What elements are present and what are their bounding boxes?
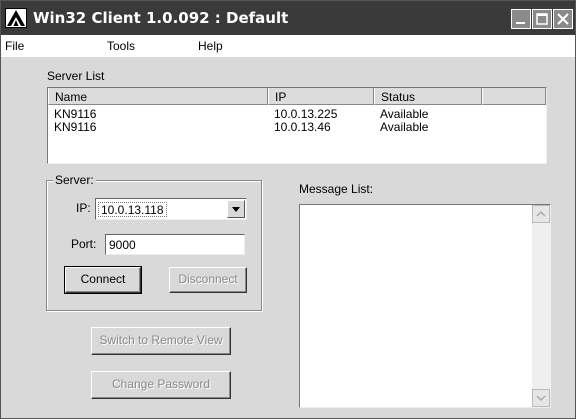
close-icon[interactable] xyxy=(553,9,573,29)
ip-combobox[interactable]: 10.0.13.118 xyxy=(95,198,247,220)
column-header-extra[interactable] xyxy=(482,88,546,105)
menu-tools[interactable]: Tools xyxy=(107,39,135,53)
disconnect-button[interactable]: Disconnect xyxy=(169,267,247,293)
server-list-label: Server List xyxy=(47,69,105,83)
port-field[interactable]: 9000 xyxy=(105,234,245,255)
menu-file[interactable]: File xyxy=(5,39,24,53)
port-field-value: 9000 xyxy=(109,238,136,252)
title-bar[interactable]: Win32 Client 1.0.092 : Default xyxy=(1,1,575,35)
message-list-label: Message List: xyxy=(299,182,374,196)
window-title: Win32 Client 1.0.092 : Default xyxy=(33,9,289,27)
port-label: Port: xyxy=(71,237,97,251)
cell-status: Available xyxy=(380,120,429,134)
maximize-icon[interactable] xyxy=(532,9,552,29)
column-header-name[interactable]: Name xyxy=(48,88,268,105)
cell-ip: 10.0.13.46 xyxy=(274,120,331,134)
server-group-legend: Server: xyxy=(53,173,96,187)
server-list[interactable]: Name IP Status KN9116 10.0.13.225 Availa… xyxy=(47,87,547,164)
message-list[interactable] xyxy=(299,204,551,408)
main-window: Win32 Client 1.0.092 : Default File Tool… xyxy=(0,0,576,419)
column-header-status[interactable]: Status xyxy=(374,88,482,105)
scroll-up-arrow-icon[interactable] xyxy=(532,205,550,223)
connect-button[interactable]: Connect xyxy=(64,266,142,294)
app-logo-icon[interactable] xyxy=(5,8,27,28)
switch-remote-view-button[interactable]: Switch to Remote View xyxy=(91,327,231,355)
minimize-icon[interactable] xyxy=(511,9,531,29)
column-header-ip[interactable]: IP xyxy=(268,88,374,105)
change-password-button[interactable]: Change Password xyxy=(91,371,231,399)
table-row[interactable]: KN9116 10.0.13.46 Available xyxy=(48,121,546,134)
menu-help[interactable]: Help xyxy=(198,39,223,53)
menu-bar: File Tools Help xyxy=(1,35,575,57)
ip-label: IP: xyxy=(76,201,91,215)
scroll-down-arrow-icon[interactable] xyxy=(532,389,550,407)
server-list-header: Name IP Status xyxy=(48,88,546,105)
cell-name: KN9116 xyxy=(54,120,97,134)
chevron-down-icon[interactable] xyxy=(227,200,245,218)
message-list-scrollbar[interactable] xyxy=(532,205,550,407)
ip-combobox-value: 10.0.13.118 xyxy=(98,202,167,217)
